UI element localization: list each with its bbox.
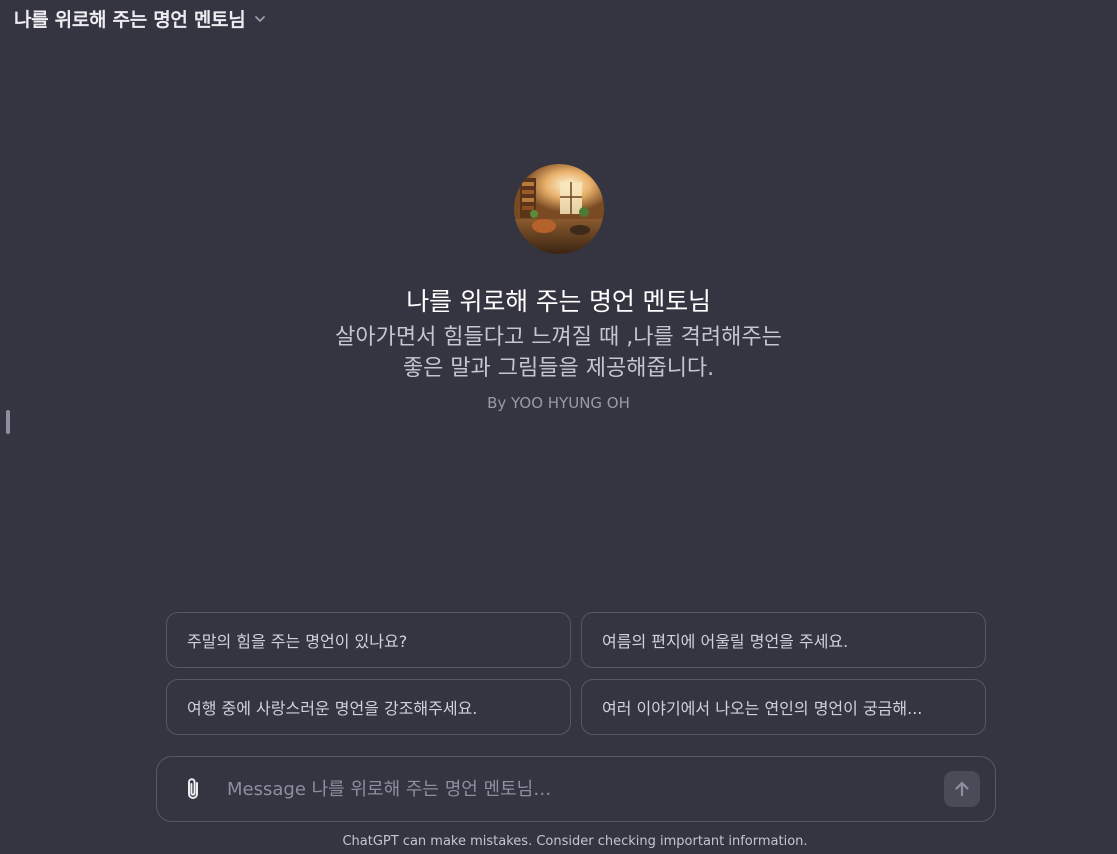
- starter-label: 여름의 편지에 어울릴 명언을 주세요.: [602, 632, 849, 651]
- paperclip-icon[interactable]: [179, 774, 209, 804]
- message-composer: [156, 756, 996, 822]
- message-input[interactable]: [225, 768, 944, 810]
- page-title: 나를 위로해 주는 명언 멘토님: [14, 8, 246, 31]
- gpt-avatar: [513, 164, 604, 254]
- send-button[interactable]: [944, 771, 980, 807]
- starter-label: 여행 중에 사랑스러운 명언을 강조해주세요.: [187, 699, 478, 718]
- gpt-author: By YOO HYUNG OH: [487, 394, 630, 412]
- starter-label: 여러 이야기에서 나오는 연인의 명언이 궁금해...: [602, 699, 923, 718]
- sidebar-toggle-handle[interactable]: [6, 410, 10, 434]
- starter-button[interactable]: 여름의 편지에 어울릴 명언을 주세요.: [581, 612, 986, 668]
- starter-button[interactable]: 주말의 힘을 주는 명언이 있나요?: [166, 612, 571, 668]
- disclaimer-text: ChatGPT can make mistakes. Consider chec…: [342, 834, 808, 849]
- gpt-description-line: 살아가면서 힘들다고 느껴질 때 ,나를 격려해주는: [335, 325, 782, 350]
- chevron-down-icon: [253, 12, 267, 26]
- conversation-starters: 주말의 힘을 주는 명언이 있나요? 여름의 편지에 어울릴 명언을 주세요. …: [166, 612, 986, 735]
- gpt-name: 나를 위로해 주는 명언 멘토님: [406, 287, 711, 316]
- gpt-title-dropdown[interactable]: 나를 위로해 주는 명언 멘토님: [14, 4, 267, 32]
- starter-button[interactable]: 여행 중에 사랑스러운 명언을 강조해주세요.: [166, 679, 571, 735]
- gpt-intro: 나를 위로해 주는 명언 멘토님 살아가면서 힘들다고 느껴질 때 ,나를 격려…: [0, 164, 1117, 412]
- gpt-description: 살아가면서 힘들다고 느껴질 때 ,나를 격려해주는 좋은 말과 그림들을 제공…: [259, 322, 859, 384]
- starter-button[interactable]: 여러 이야기에서 나오는 연인의 명언이 궁금해...: [581, 679, 986, 735]
- starter-label: 주말의 힘을 주는 명언이 있나요?: [187, 632, 408, 651]
- arrow-up-icon: [955, 781, 969, 797]
- gpt-description-line: 좋은 말과 그림들을 제공해줍니다.: [402, 356, 715, 381]
